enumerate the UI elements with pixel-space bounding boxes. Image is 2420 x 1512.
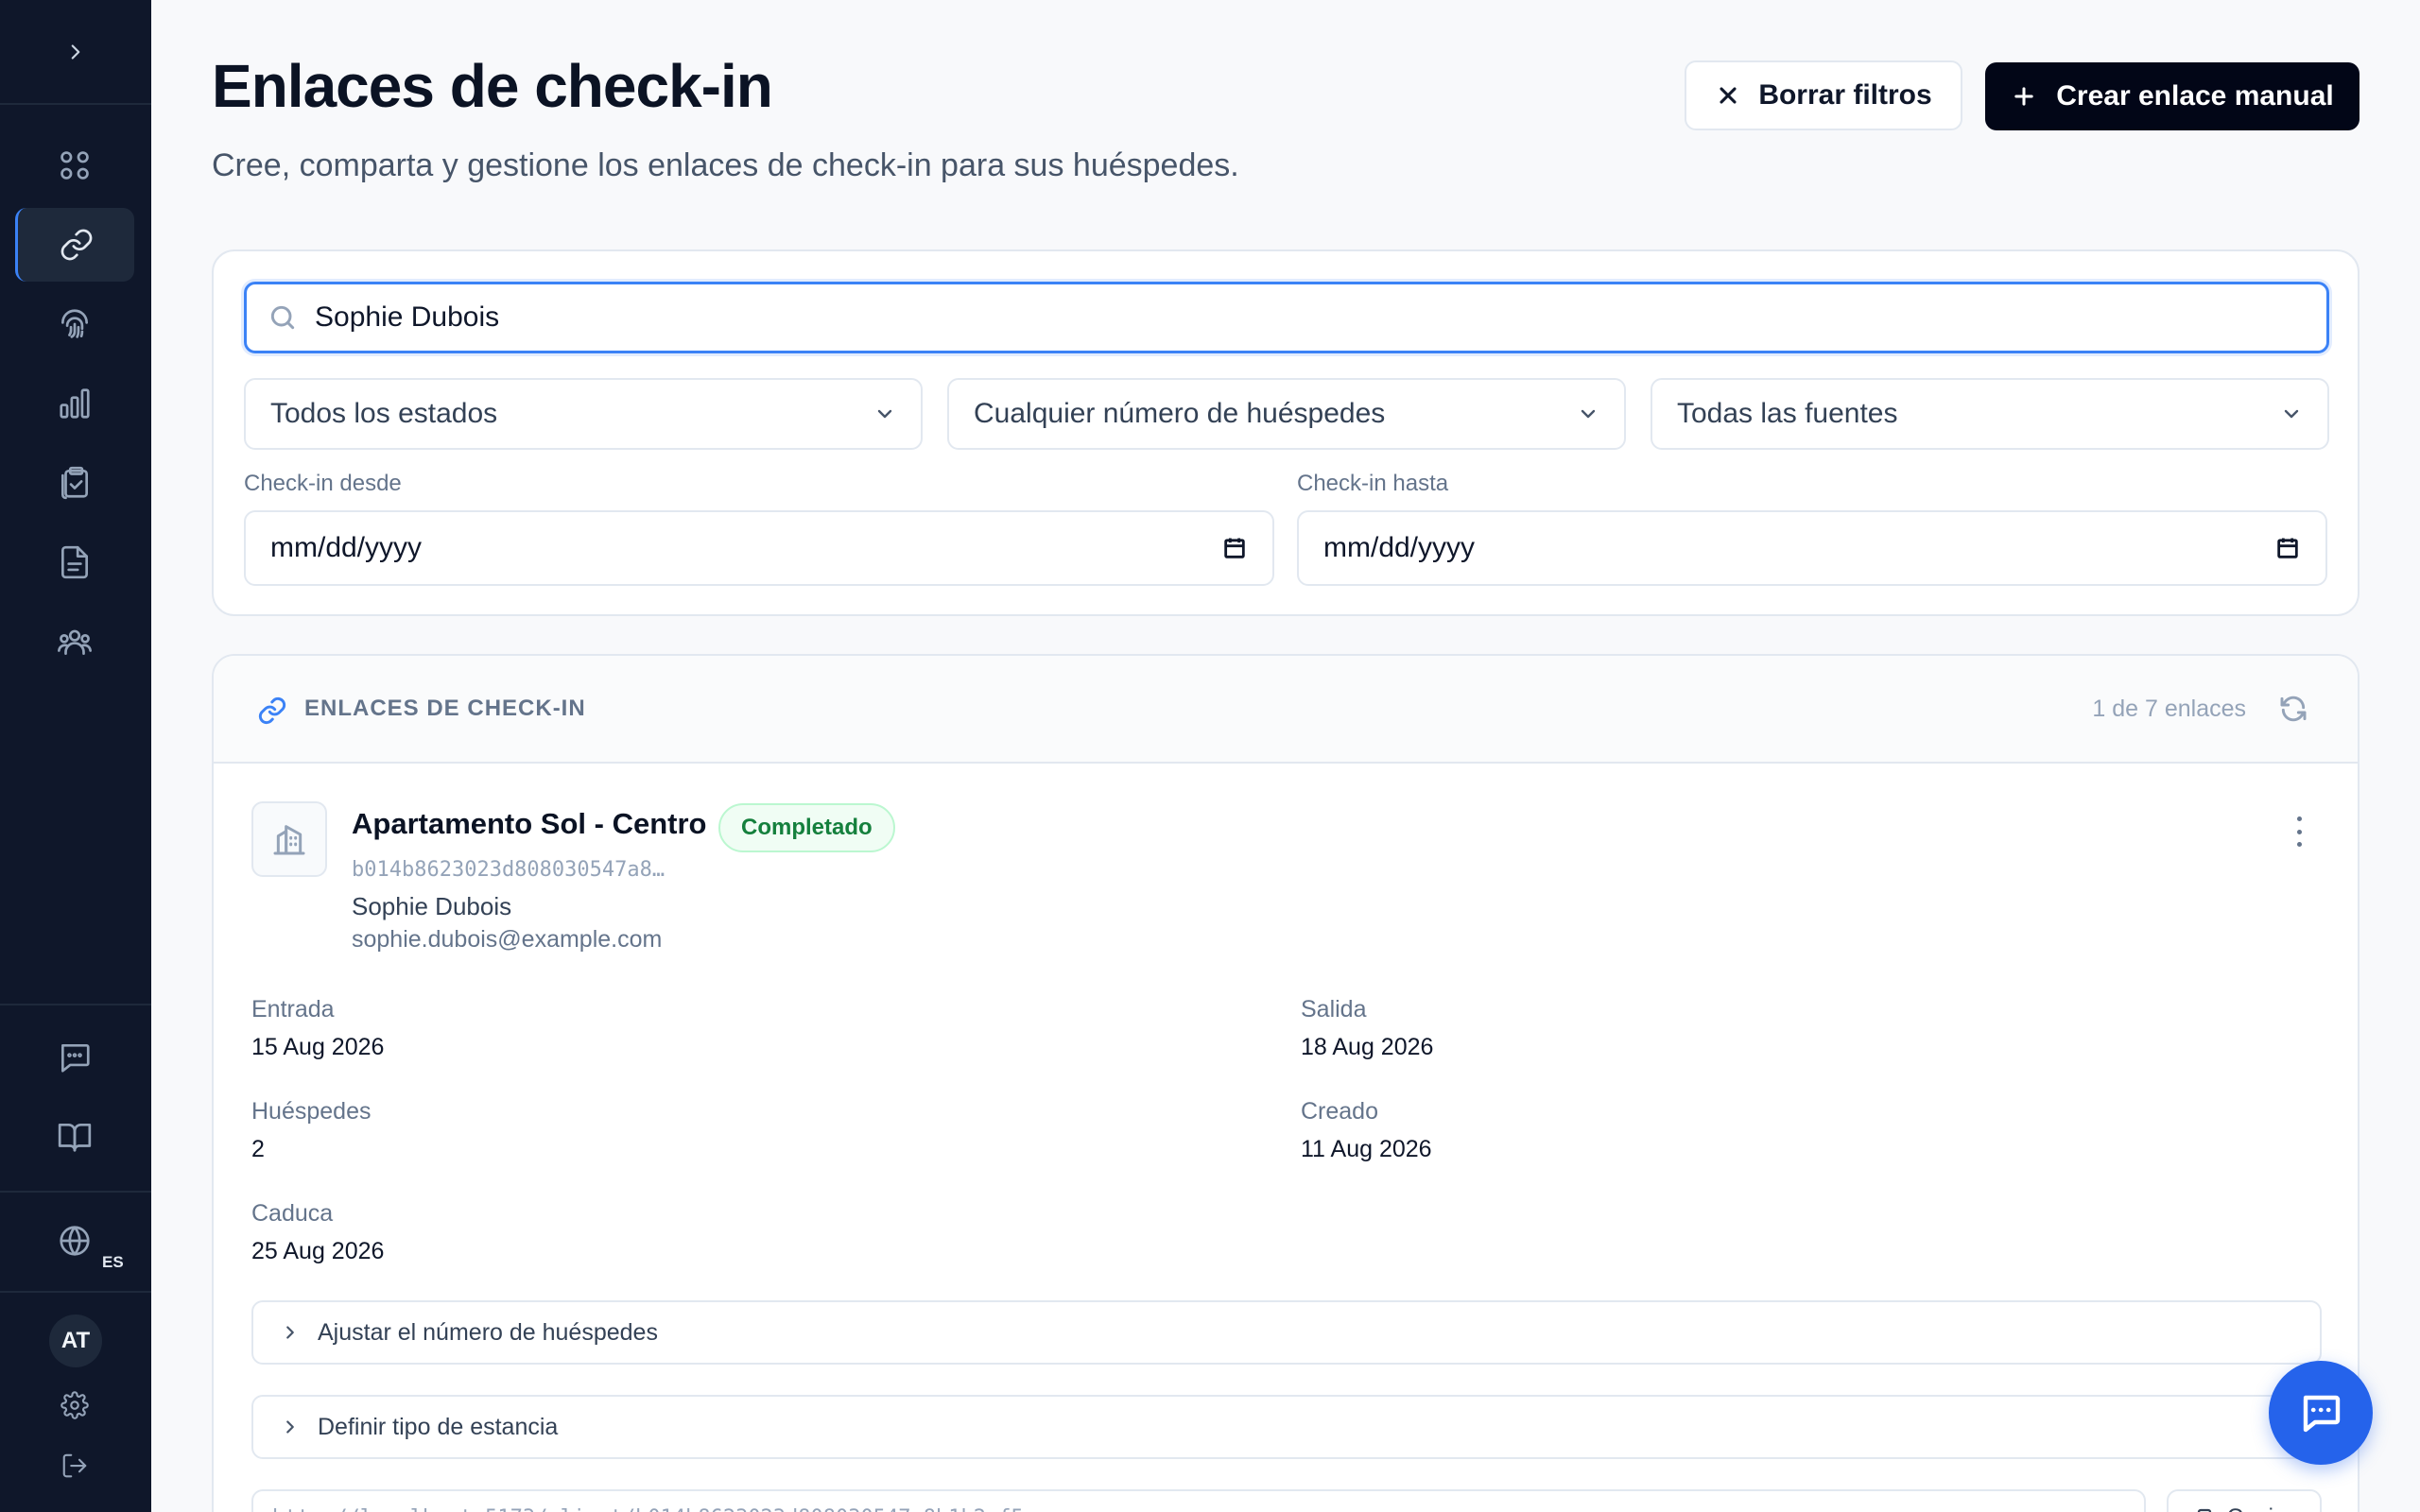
stay-type-accordion[interactable]: Definir tipo de estancia [251,1395,2322,1459]
stay-type-label: Definir tipo de estancia [318,1413,559,1440]
sidebar-item-guests[interactable] [15,605,134,679]
checkin-from-date-input[interactable]: mm/dd/yyyy [244,510,1274,586]
sidebar: ES AT [0,0,151,1512]
chevron-down-icon [1581,409,1596,419]
search-input-value: Sophie Dubois [315,301,500,333]
clear-filters-label: Borrar filtros [1758,79,1932,111]
bar-chart-icon [60,388,90,419]
create-manual-link-button[interactable]: Crear enlace manual [1985,62,2360,130]
copy-icon [2197,1508,2211,1512]
checkin-to-label: Check-in hasta [1297,471,1449,496]
search-icon [270,305,295,330]
section-title: ENLACES DE CHECK-IN [304,696,586,721]
chat-icon [60,1043,90,1073]
sidebar-item-documents[interactable] [15,525,134,599]
guest-email: sophie.dubois@example.com [352,926,663,953]
adjust-guests-label: Ajustar el número de huéspedes [318,1318,658,1346]
gear-icon [60,1391,89,1419]
results-count: 1 de 7 enlaces [2092,696,2246,722]
status-filter-value: Todos los estados [270,398,498,429]
sidebar-divider [0,1004,151,1005]
document-icon [60,545,89,579]
checkin-from-value: mm/dd/yyyy [270,532,423,563]
sidebar-divider [0,1291,151,1293]
sidebar-item-docs[interactable] [15,1100,134,1174]
checkin-to-value: mm/dd/yyyy [1323,532,1476,563]
status-badge: Completado [718,803,895,852]
building-icon [273,825,305,855]
grid-icon [60,151,89,180]
checkin-links-panel: ENLACES DE CHECK-IN 1 de 7 enlaces Apart… [212,654,2360,1512]
guests-filter-value: Cualquier número de huéspedes [974,398,1386,429]
clear-filters-button[interactable]: Borrar filtros [1685,60,1962,130]
more-options-button[interactable] [2293,816,2305,847]
sidebar-item-dashboard[interactable] [15,129,134,202]
property-name: Apartamento Sol - Centro [352,807,707,840]
copy-link-button[interactable]: Copiar [2167,1489,2322,1512]
link-icon [258,696,286,725]
salida-label: Salida [1301,996,1367,1022]
huespedes-label: Huéspedes [251,1098,372,1125]
link-icon [60,229,92,261]
entrada-label: Entrada [251,996,335,1022]
chat-support-button[interactable] [2269,1361,2373,1465]
chevron-right-icon [286,1420,294,1434]
users-icon [58,629,92,656]
checkin-from-label: Check-in desde [244,471,402,496]
checkin-url-field[interactable]: http://localhost:5173/client/b014b862302… [251,1489,2146,1512]
chevron-right-icon [71,43,80,60]
link-id: b014b8623023d808030547a8… [352,858,666,882]
salida-value: 18 Aug 2026 [1301,1034,1434,1060]
filters-panel: Sophie Dubois Todos los estados Cualquie… [212,249,2360,616]
chevron-down-icon [877,409,892,419]
calendar-icon[interactable] [1221,535,1248,561]
source-filter-value: Todas las fuentes [1677,398,1898,429]
entrada-value: 15 Aug 2026 [251,1034,385,1060]
page-subtitle: Cree, comparta y gestione los enlaces de… [212,147,1239,183]
chat-icon [2303,1395,2341,1433]
plus-icon [2014,87,2033,106]
logout-button[interactable] [15,1431,134,1501]
property-thumbnail [251,801,327,877]
sidebar-item-analytics[interactable] [15,367,134,440]
creado-label: Creado [1301,1098,1378,1125]
calendar-icon[interactable] [2274,535,2301,561]
logout-icon [62,1453,87,1478]
guests-filter-select[interactable]: Cualquier número de huéspedes [947,378,1626,450]
avatar[interactable]: AT [49,1314,102,1367]
caduca-value: 25 Aug 2026 [251,1238,385,1264]
globe-icon [60,1226,90,1256]
language-code: ES [102,1253,124,1271]
page-title: Enlaces de check-in [212,52,773,120]
sidebar-divider [0,1191,151,1193]
status-filter-select[interactable]: Todos los estados [244,378,923,450]
sidebar-item-support-chat[interactable] [15,1021,134,1094]
sidebar-item-identity[interactable] [15,287,134,361]
chevron-right-icon [286,1326,294,1339]
source-filter-select[interactable]: Todas las fuentes [1651,378,2329,450]
refresh-icon[interactable] [2278,694,2308,724]
checkin-to-date-input[interactable]: mm/dd/yyyy [1297,510,2327,586]
sidebar-expand-button[interactable] [0,0,151,105]
book-icon [58,1123,92,1152]
search-input[interactable]: Sophie Dubois [244,282,2329,353]
clipboard-check-icon [60,466,89,500]
copy-link-label: Copiar [2227,1504,2294,1512]
sidebar-item-checkin-links[interactable] [15,208,134,282]
guest-name: Sophie Dubois [352,892,512,920]
fingerprint-icon [60,309,89,338]
main-content: Enlaces de check-in Cree, comparta y ges… [151,0,2420,1512]
adjust-guests-accordion[interactable]: Ajustar el número de huéspedes [251,1300,2322,1365]
sidebar-item-tasks[interactable] [15,446,134,520]
huespedes-value: 2 [251,1136,265,1162]
creado-value: 11 Aug 2026 [1301,1136,1432,1162]
close-icon [1720,87,1737,104]
create-manual-link-label: Crear enlace manual [2056,80,2334,112]
chevron-down-icon [2284,409,2299,419]
caduca-label: Caduca [251,1200,334,1227]
links-panel-header: ENLACES DE CHECK-IN 1 de 7 enlaces [214,656,2358,764]
